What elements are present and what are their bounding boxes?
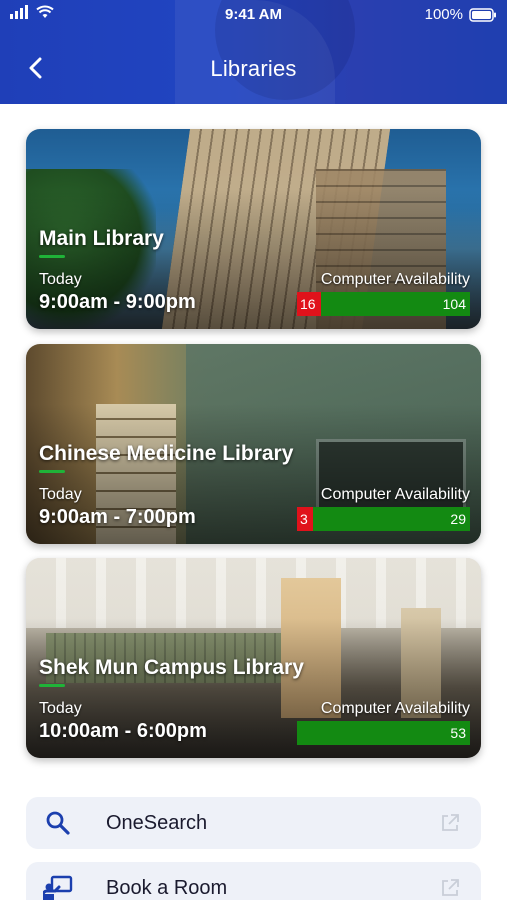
app-header: 9:41 AM 100% Libraries xyxy=(0,0,507,104)
library-card-chinese-medicine[interactable]: Chinese Medicine Library Today 9:00am - … xyxy=(26,344,481,544)
library-name: Shek Mun Campus Library xyxy=(39,656,304,679)
presentation-icon xyxy=(43,875,73,900)
search-icon xyxy=(46,811,70,835)
computer-availability-bar: 53 xyxy=(297,721,470,745)
opening-hours: 9:00am - 7:00pm xyxy=(39,506,196,528)
computers-available: 104 xyxy=(321,292,470,316)
today-label: Today xyxy=(39,486,82,503)
name-underline xyxy=(39,255,65,258)
today-label: Today xyxy=(39,700,82,717)
computers-available: 29 xyxy=(313,507,470,531)
computers-in-use: 3 xyxy=(297,507,313,531)
computer-availability-bar: 3 29 xyxy=(297,507,470,531)
external-link-icon xyxy=(442,879,459,896)
library-name: Chinese Medicine Library xyxy=(39,442,294,465)
menu-item-onesearch[interactable]: OneSearch xyxy=(26,797,481,849)
status-bar: 9:41 AM 100% xyxy=(0,0,507,28)
external-link-icon xyxy=(442,814,459,831)
computer-availability-label: Computer Availability xyxy=(320,486,470,503)
library-card-main[interactable]: Main Library Today 9:00am - 9:00pm Compu… xyxy=(26,129,481,329)
menu-item-label: Book a Room xyxy=(106,876,228,899)
name-underline xyxy=(39,470,65,473)
name-underline xyxy=(39,684,65,687)
library-card-shek-mun[interactable]: Shek Mun Campus Library Today 10:00am - … xyxy=(26,558,481,758)
page-title: Libraries xyxy=(210,56,297,81)
opening-hours: 9:00am - 9:00pm xyxy=(39,291,196,313)
opening-hours: 10:00am - 6:00pm xyxy=(39,720,207,742)
computer-availability-label: Computer Availability xyxy=(320,271,470,288)
menu-item-book-a-room[interactable]: Book a Room xyxy=(26,862,481,900)
menu-item-label: OneSearch xyxy=(106,811,208,834)
battery-percent: 100% xyxy=(424,6,463,23)
status-right: 100% xyxy=(425,6,497,23)
today-label: Today xyxy=(39,271,82,288)
computer-availability-label: Computer Availability xyxy=(320,700,470,717)
library-name: Main Library xyxy=(39,227,164,250)
computers-available: 53 xyxy=(297,721,470,745)
computer-availability-bar: 16 104 xyxy=(297,292,470,316)
computers-in-use: 16 xyxy=(297,292,321,316)
battery-icon xyxy=(469,7,496,22)
